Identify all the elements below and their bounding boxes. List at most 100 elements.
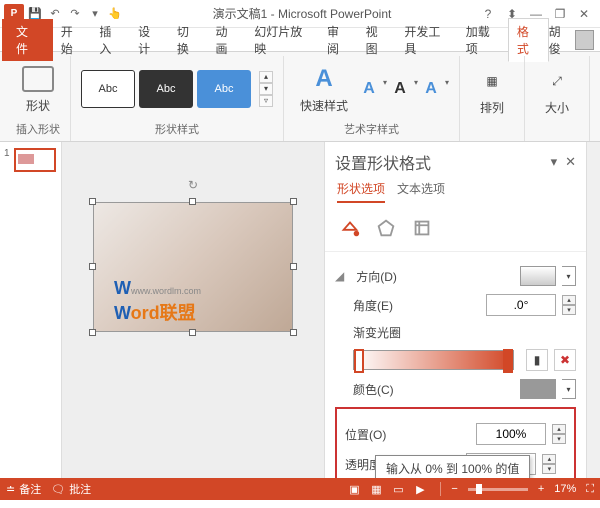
vertical-scrollbar[interactable] xyxy=(586,142,600,478)
spin-down-icon[interactable]: ▾ xyxy=(552,434,566,444)
ribbon: 形状 插入形状 Abc Abc Abc ▴ ▾ ▿ 形状样式 A 快速样式 A▾… xyxy=(0,52,600,142)
spin-up-icon[interactable]: ▴ xyxy=(552,424,566,434)
collapse-icon[interactable]: ◢ xyxy=(335,269,344,283)
group-arrange: ▦ 排列 xyxy=(460,56,525,141)
style-sample-2[interactable]: Abc xyxy=(139,70,193,108)
close-icon[interactable]: ✕ xyxy=(576,6,592,22)
tab-design[interactable]: 设计 xyxy=(130,19,169,61)
gallery-down-icon[interactable]: ▾ xyxy=(259,83,273,95)
style-gallery-arrows: ▴ ▾ ▿ xyxy=(259,71,273,107)
style-sample-1[interactable]: Abc xyxy=(81,70,135,108)
slide-canvas[interactable]: Wwww.wordlm.com Word联盟 xyxy=(62,142,324,478)
resize-handle[interactable] xyxy=(89,329,96,336)
reading-view-icon[interactable]: ▭ xyxy=(388,481,408,497)
chevron-down-icon[interactable]: ▾ xyxy=(383,78,387,100)
zoom-level[interactable]: 17% xyxy=(554,483,576,495)
group-label-shape-styles: 形状样式 xyxy=(155,119,199,139)
size-icon: ⤢ xyxy=(541,65,573,97)
spin-up-icon[interactable]: ▴ xyxy=(542,454,556,464)
sorter-view-icon[interactable]: ▦ xyxy=(366,481,386,497)
spin-down-icon[interactable]: ▾ xyxy=(562,305,576,315)
resize-handle[interactable] xyxy=(290,263,297,270)
pane-title: 设置形状格式 xyxy=(335,150,551,174)
direction-label: 方向(D) xyxy=(356,268,428,285)
format-shape-pane: 设置形状格式 ▾ ✕ 形状选项 文本选项 ◢ 方向(D) ▾ xyxy=(324,142,586,478)
tab-home[interactable]: 开始 xyxy=(53,19,92,61)
gradient-bar[interactable] xyxy=(353,350,514,370)
tab-transition[interactable]: 切换 xyxy=(169,19,208,61)
chevron-down-icon[interactable]: ▾ xyxy=(562,379,576,399)
fit-window-icon[interactable]: ⛶ xyxy=(586,483,594,496)
zoom-in-icon[interactable]: + xyxy=(538,483,544,495)
style-sample-3[interactable]: Abc xyxy=(197,70,251,108)
chevron-down-icon[interactable]: ▾ xyxy=(445,78,449,100)
arrange-label: 排列 xyxy=(480,99,504,116)
thumbnail-panel: 1 xyxy=(0,142,62,478)
text-fill-icon[interactable]: A xyxy=(358,78,380,100)
arrange-button[interactable]: ▦ 排列 xyxy=(470,61,514,120)
tab-developer[interactable]: 开发工具 xyxy=(396,19,457,61)
color-swatch[interactable] xyxy=(520,379,556,399)
comments-button[interactable]: 🗨 批注 xyxy=(51,481,91,497)
effects-icon[interactable] xyxy=(373,215,399,241)
avatar[interactable] xyxy=(575,30,594,50)
restore-icon[interactable]: ❐ xyxy=(552,6,568,22)
fill-line-icon[interactable] xyxy=(337,215,363,241)
chevron-down-icon[interactable]: ▾ xyxy=(562,266,576,286)
pane-close-icon[interactable]: ✕ xyxy=(565,154,576,170)
tab-review[interactable]: 审阅 xyxy=(319,19,358,61)
angle-input[interactable] xyxy=(486,294,556,316)
user-name: 胡俊 xyxy=(549,23,572,57)
zoom-out-icon[interactable]: − xyxy=(451,483,457,495)
tab-text-options[interactable]: 文本选项 xyxy=(397,180,445,203)
quick-styles-button[interactable]: A 快速样式 xyxy=(294,59,354,118)
tab-shape-options[interactable]: 形状选项 xyxy=(337,180,385,203)
direction-swatch[interactable] xyxy=(520,266,556,286)
statusbar: ≐ 备注 🗨 批注 ▣ ▦ ▭ ▶ − + 17% ⛶ xyxy=(0,478,600,500)
text-outline-icon[interactable]: A xyxy=(389,78,411,100)
gradient-stop[interactable] xyxy=(354,349,364,373)
image-placeholder[interactable]: Wwww.wordlm.com Word联盟 xyxy=(93,202,293,332)
tab-file[interactable]: 文件 xyxy=(2,19,53,61)
position-input[interactable] xyxy=(476,423,546,445)
tab-view[interactable]: 视图 xyxy=(358,19,397,61)
watermark-w: W xyxy=(114,278,131,298)
resize-handle[interactable] xyxy=(189,198,196,205)
gallery-more-icon[interactable]: ▿ xyxy=(259,95,273,107)
remove-stop-icon[interactable]: ✖ xyxy=(554,349,576,371)
selected-shape[interactable]: Wwww.wordlm.com Word联盟 xyxy=(93,202,293,332)
gallery-up-icon[interactable]: ▴ xyxy=(259,71,273,83)
tab-addins[interactable]: 加载项 xyxy=(458,19,508,61)
resize-handle[interactable] xyxy=(89,263,96,270)
user-area[interactable]: 胡俊 xyxy=(549,23,598,57)
add-stop-icon[interactable]: ▮ xyxy=(526,349,548,371)
pane-dropdown-icon[interactable]: ▾ xyxy=(551,154,558,170)
shapes-button[interactable]: 形状 xyxy=(16,59,60,118)
zoom-thumb[interactable] xyxy=(476,484,482,494)
normal-view-icon[interactable]: ▣ xyxy=(344,481,364,497)
tab-slideshow[interactable]: 幻灯片放映 xyxy=(246,19,319,61)
rotation-handle[interactable] xyxy=(188,178,198,192)
shapes-icon xyxy=(22,66,54,92)
tab-animation[interactable]: 动画 xyxy=(208,19,247,61)
gradient-stops-label: 渐变光圈 xyxy=(353,324,425,341)
text-effects-icon[interactable]: A xyxy=(420,78,442,100)
gradient-stop[interactable] xyxy=(503,349,513,373)
tab-insert[interactable]: 插入 xyxy=(91,19,130,61)
resize-handle[interactable] xyxy=(89,198,96,205)
chevron-down-icon[interactable]: ▾ xyxy=(414,78,418,100)
group-size: ⤢ 大小 xyxy=(525,56,590,141)
notes-button[interactable]: ≐ 备注 xyxy=(6,481,41,497)
slide-thumbnail[interactable]: 1 xyxy=(4,148,57,172)
spin-down-icon[interactable]: ▾ xyxy=(542,464,556,474)
zoom-slider[interactable] xyxy=(468,488,528,491)
ribbon-tabs: 文件 开始 插入 设计 切换 动画 幻灯片放映 审阅 视图 开发工具 加载项 格… xyxy=(0,28,600,52)
resize-handle[interactable] xyxy=(290,198,297,205)
tooltip: 输入从 0% 到 100% 的值 xyxy=(375,455,530,478)
slideshow-view-icon[interactable]: ▶ xyxy=(410,481,430,497)
spin-up-icon[interactable]: ▴ xyxy=(562,295,576,305)
resize-handle[interactable] xyxy=(189,329,196,336)
size-button[interactable]: ⤢ 大小 xyxy=(535,61,579,120)
resize-handle[interactable] xyxy=(290,329,297,336)
size-properties-icon[interactable] xyxy=(409,215,435,241)
